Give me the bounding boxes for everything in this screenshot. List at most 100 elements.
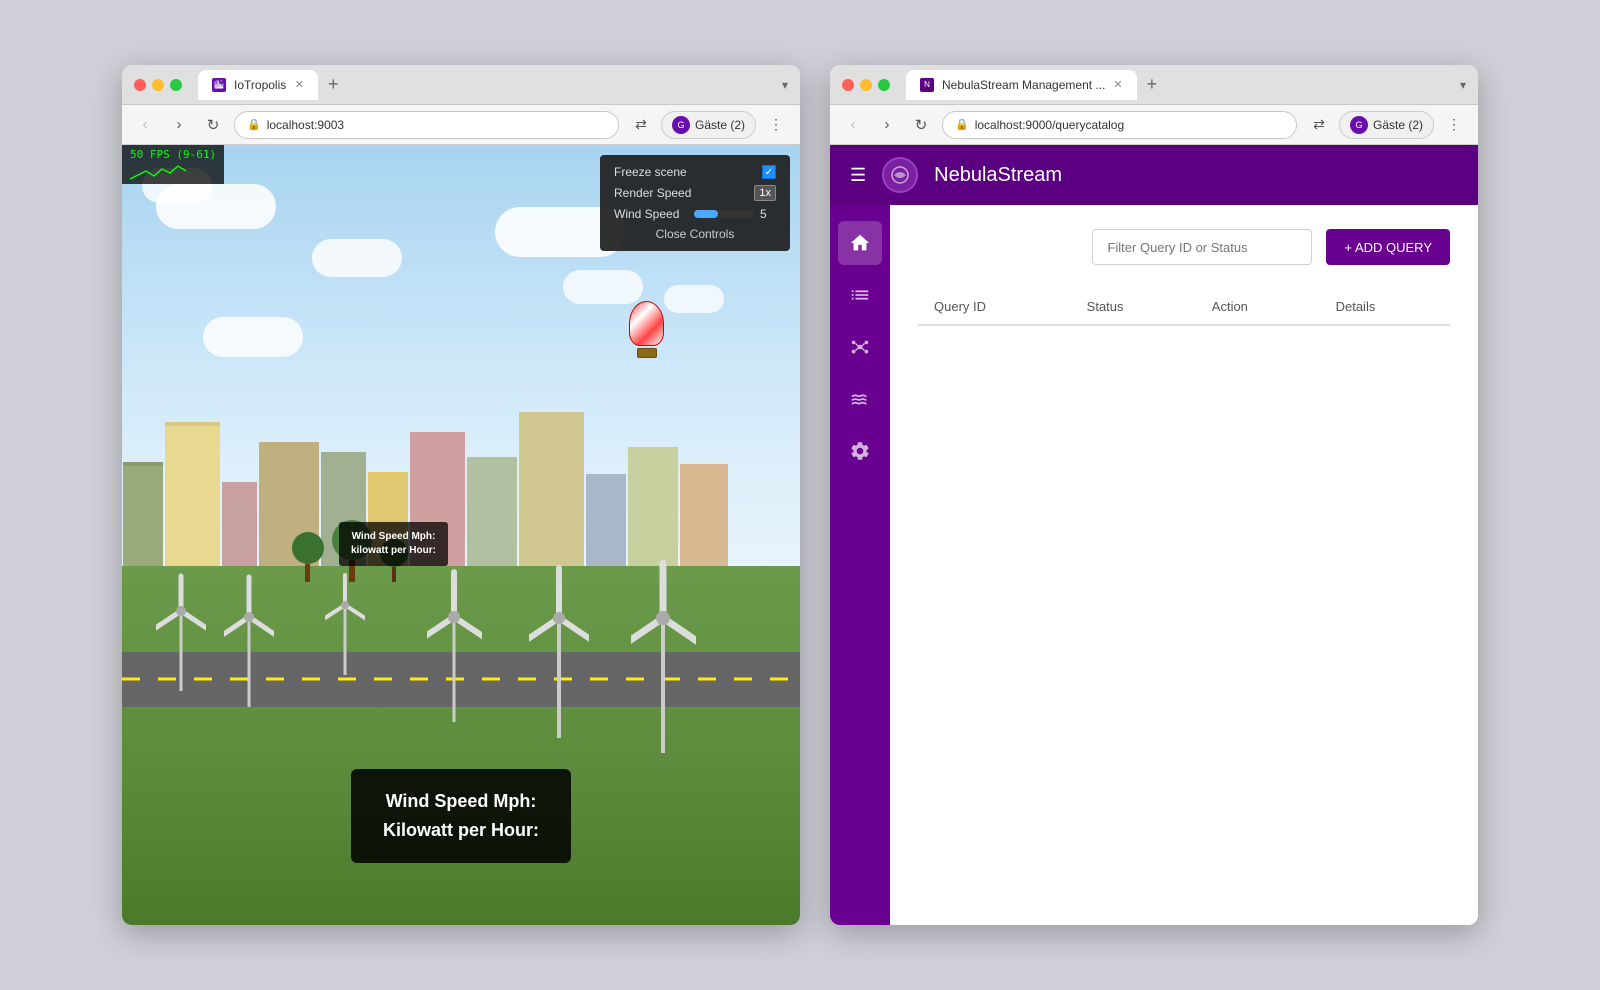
address-bar-right[interactable]: 🔒 localhost:9000/querycatalog <box>942 111 1297 139</box>
tab-title-nebula: NebulaStream Management ... <box>942 78 1105 92</box>
tab-bar: 🏙 IoTropolis ✕ + ▾ <box>198 70 788 100</box>
new-tab-button[interactable]: + <box>322 74 345 95</box>
back-button[interactable]: ‹ <box>132 112 158 138</box>
right-browser-toolbar: ‹ › ↻ 🔒 localhost:9000/querycatalog ⇄ G … <box>830 105 1478 145</box>
right-address-lock-icon: 🔒 <box>955 118 969 131</box>
home-icon <box>849 232 871 254</box>
address-lock-icon: 🔒 <box>247 118 261 131</box>
fps-counter: 50 FPS (9-61) <box>122 145 224 184</box>
fps-display: 50 FPS (9-61) <box>130 148 216 161</box>
profile-label-right: Gäste (2) <box>1373 118 1423 132</box>
toolbar-actions-left: ⇄ G Gäste (2) ⋮ <box>627 111 790 139</box>
translate-icon[interactable]: ⇄ <box>627 111 655 139</box>
right-forward-button[interactable]: › <box>874 112 900 138</box>
small-sign: Wind Speed Mph:kilowatt per Hour: <box>339 522 448 566</box>
sidebar-item-streams[interactable] <box>838 377 882 421</box>
render-speed-label: Render Speed <box>614 186 746 200</box>
filter-query-input[interactable] <box>1092 229 1312 265</box>
render-speed-row: Render Speed 1x <box>614 185 776 201</box>
add-query-button[interactable]: + ADD QUERY <box>1326 229 1450 265</box>
right-tab-dropdown-icon[interactable]: ▾ <box>1460 78 1466 92</box>
app-body: + ADD QUERY Query ID Status Action Detai… <box>830 205 1478 925</box>
nebula-app-title: NebulaStream <box>934 164 1062 187</box>
fps-graph <box>130 161 190 181</box>
nodes-icon <box>849 336 871 358</box>
close-window-button[interactable] <box>134 79 146 91</box>
minimize-window-button[interactable] <box>152 79 164 91</box>
address-bar-left[interactable]: 🔒 localhost:9003 <box>234 111 619 139</box>
sidebar-item-nodes[interactable] <box>838 325 882 369</box>
wind-speed-label: Wind Speed <box>614 207 686 221</box>
refresh-button[interactable]: ↻ <box>200 112 226 138</box>
tab-favicon-nebula: N <box>920 78 934 92</box>
wind-speed-slider[interactable] <box>694 210 754 218</box>
turbine-6 <box>631 533 696 753</box>
profile-button-left[interactable]: G Gäste (2) <box>661 111 756 139</box>
right-more-options-icon[interactable]: ⋮ <box>1440 111 1468 139</box>
right-translate-icon[interactable]: ⇄ <box>1305 111 1333 139</box>
turbine-4 <box>427 542 482 722</box>
turbine-1 <box>156 551 206 691</box>
turbine-2 <box>224 547 274 707</box>
freeze-scene-row: Freeze scene ✓ <box>614 165 776 179</box>
freeze-scene-checkbox[interactable]: ✓ <box>762 165 776 179</box>
right-close-window-button[interactable] <box>842 79 854 91</box>
wind-speed-slider-fill <box>694 210 718 218</box>
right-new-tab-button[interactable]: + <box>1141 74 1164 95</box>
close-controls-button[interactable]: Close Controls <box>614 227 776 241</box>
tab-nebula[interactable]: N NebulaStream Management ... ✕ <box>906 70 1137 100</box>
hot-air-balloon <box>629 301 664 358</box>
nebula-sidebar <box>830 205 890 925</box>
right-maximize-window-button[interactable] <box>878 79 890 91</box>
toolbar-actions-right: ⇄ G Gäste (2) ⋮ <box>1305 111 1468 139</box>
freeze-scene-label: Freeze scene <box>614 165 754 179</box>
sidebar-item-queries[interactable] <box>838 273 882 317</box>
sign-line1: Wind Speed Mph: <box>386 791 537 811</box>
profile-avatar-left: G <box>672 116 690 134</box>
list-icon <box>849 284 871 306</box>
right-refresh-button[interactable]: ↻ <box>908 112 934 138</box>
wind-speed-slider-container: 5 <box>694 207 776 221</box>
balloon-body <box>629 301 664 346</box>
tab-favicon-iotopolis: 🏙 <box>212 78 226 92</box>
cloud-6 <box>664 285 724 313</box>
wind-speed-value: 5 <box>760 207 776 221</box>
nebula-app-header: ☰ NebulaStream <box>830 145 1478 205</box>
query-toolbar: + ADD QUERY <box>918 229 1450 265</box>
col-status: Status <box>1071 289 1196 325</box>
forward-button[interactable]: › <box>166 112 192 138</box>
right-minimize-window-button[interactable] <box>860 79 872 91</box>
tab-title-iotopolis: IoTropolis <box>234 78 286 92</box>
tab-close-iotopolis[interactable]: ✕ <box>295 78 304 91</box>
left-titlebar: 🏙 IoTropolis ✕ + ▾ <box>122 65 800 105</box>
query-table: Query ID Status Action Details <box>918 289 1450 326</box>
tab-dropdown-icon[interactable]: ▾ <box>782 78 788 92</box>
query-table-header: Query ID Status Action Details <box>918 289 1450 325</box>
address-url-right: localhost:9000/querycatalog <box>975 118 1124 132</box>
nebula-app: ☰ NebulaStream <box>830 145 1478 925</box>
right-tab-bar: N NebulaStream Management ... ✕ + ▾ <box>906 70 1466 100</box>
profile-button-right[interactable]: G Gäste (2) <box>1339 111 1434 139</box>
cloud-7 <box>203 317 303 357</box>
game-viewport[interactable]: Wind Speed Mph:kilowatt per Hour: Wind S… <box>122 145 800 925</box>
address-url-left: localhost:9003 <box>267 118 344 132</box>
tab-iotopolis[interactable]: 🏙 IoTropolis ✕ <box>198 70 318 100</box>
settings-icon <box>849 440 871 462</box>
right-back-button[interactable]: ‹ <box>840 112 866 138</box>
sign-line2: Kilowatt per Hour: <box>383 820 539 840</box>
nebula-main-content: + ADD QUERY Query ID Status Action Detai… <box>890 205 1478 925</box>
col-action: Action <box>1196 289 1320 325</box>
nebula-logo-icon <box>890 165 910 185</box>
right-browser: N NebulaStream Management ... ✕ + ▾ ‹ › … <box>830 65 1478 925</box>
sidebar-item-home[interactable] <box>838 221 882 265</box>
maximize-window-button[interactable] <box>170 79 182 91</box>
render-speed-select[interactable]: 1x <box>754 185 776 201</box>
sidebar-item-settings[interactable] <box>838 429 882 473</box>
traffic-lights <box>134 79 182 91</box>
more-options-icon[interactable]: ⋮ <box>762 111 790 139</box>
tab-close-nebula[interactable]: ✕ <box>1113 78 1122 91</box>
col-query-id: Query ID <box>918 289 1071 325</box>
wind-speed-sign: Wind Speed Mph: Kilowatt per Hour: <box>351 769 571 863</box>
left-browser: 🏙 IoTropolis ✕ + ▾ ‹ › ↻ 🔒 localhost:900… <box>122 65 800 925</box>
hamburger-menu-icon[interactable]: ☰ <box>850 165 866 186</box>
